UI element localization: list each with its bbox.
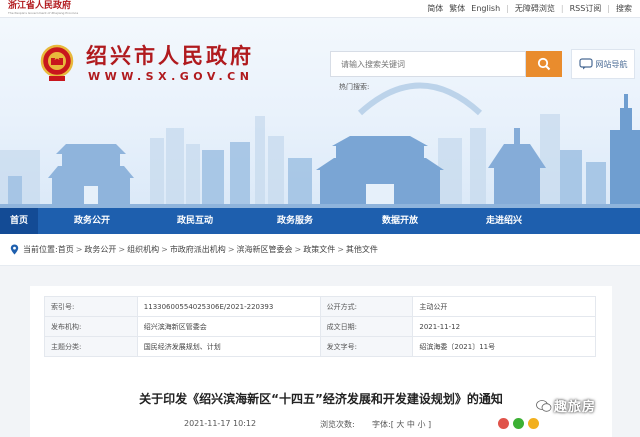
divider: | (560, 4, 564, 13)
location-pin-icon (10, 244, 19, 255)
divider: | (506, 4, 509, 13)
watermark-text: 趣旅房 (554, 400, 597, 415)
search-button[interactable] (526, 51, 562, 77)
breadcrumb-label: 当前位置: (23, 245, 58, 254)
breadcrumb-item[interactable]: 政务公开 (84, 244, 116, 255)
meta-value: 主动公开 (412, 296, 596, 317)
provincial-portal-subtitle: The People's Government of Zhejiang Prov… (8, 11, 79, 15)
site-name[interactable]: 绍兴市人民政府 (86, 43, 254, 69)
meta-key: 成文日期: (319, 316, 414, 337)
search-box (330, 51, 526, 77)
breadcrumb-item[interactable]: 滨海新区管委会 (237, 244, 293, 255)
traditional-link[interactable]: 繁体 (449, 3, 465, 14)
site-url: WWW.SX.GOV.CN (88, 70, 254, 83)
weibo-share-icon[interactable] (498, 418, 509, 429)
provincial-portal-link[interactable]: 浙江省人民政府 (8, 1, 71, 11)
nav-public-interaction[interactable]: 政民互动 (146, 208, 244, 234)
nav-government-affairs[interactable]: 政务公开 (38, 208, 146, 234)
table-row: 发布机构: 绍兴滨海新区管委会 成文日期: 2021-11-12 (44, 316, 596, 337)
search-link[interactable]: 搜索 (616, 3, 632, 14)
qzone-share-icon[interactable] (528, 418, 539, 429)
document-title: 关于印发《绍兴滨海新区“十四五”经济发展和开发建设规划》的通知 (139, 392, 503, 406)
document-card: 索引号: 11330600554025306E/2021-220393 公开方式… (30, 286, 612, 437)
chat-icon (578, 58, 593, 70)
font-size-control[interactable]: 字体:[ 大 中 小 ] (372, 419, 431, 430)
national-emblem-icon (40, 44, 74, 81)
breadcrumb-separator: > (337, 245, 344, 254)
nav-government-services[interactable]: 政务服务 (244, 208, 346, 234)
meta-value: 绍滨海委〔2021〕11号 (412, 336, 596, 357)
divider: | (607, 4, 610, 13)
nav-open-data[interactable]: 数据开放 (346, 208, 454, 234)
breadcrumb-separator: > (227, 245, 235, 254)
share-icons (498, 418, 539, 429)
nav-home[interactable]: 首页 (0, 208, 38, 234)
site-map-button[interactable]: 网站导航 (571, 49, 635, 79)
search-icon (537, 57, 551, 71)
breadcrumb: 当前位置: 首页 > 政务公开 > 组织机构 > 市政府派出机构 > 滨海新区管… (0, 234, 640, 266)
meta-key: 索引号: (44, 296, 138, 317)
top-links: 简体 繁体 English | 无障碍浏览 | RSS订阅 | 搜索 (427, 3, 632, 14)
meta-key: 发文字号: (319, 336, 414, 357)
watermark: 趣旅房 (536, 396, 596, 415)
breadcrumb-item[interactable]: 政策文件 (303, 244, 335, 255)
document-meta-table: 索引号: 11330600554025306E/2021-220393 公开方式… (44, 296, 596, 357)
table-row: 索引号: 11330600554025306E/2021-220393 公开方式… (44, 296, 596, 317)
meta-value: 国民经济发展规划、计划 (136, 336, 321, 357)
breadcrumb-separator: > (75, 245, 83, 254)
view-count-label: 浏览次数: (320, 420, 355, 429)
meta-value: 2021-11-12 (412, 316, 596, 337)
accessibility-link[interactable]: 无障碍浏览 (515, 3, 555, 14)
english-link[interactable]: English (471, 3, 500, 14)
breadcrumb-item[interactable]: 其他文件 (346, 244, 378, 255)
document-info-bar: 2021-11-17 10:12 浏览次数: 字体:[ 大 中 小 ] (30, 417, 612, 437)
meta-key: 主题分类: (44, 336, 138, 357)
table-row: 主题分类: 国民经济发展规划、计划 发文字号: 绍滨海委〔2021〕11号 (44, 336, 596, 357)
wechat-share-icon[interactable] (513, 418, 524, 429)
meta-value: 11330600554025306E/2021-220393 (136, 296, 321, 317)
publish-date: 2021-11-17 10:12 (184, 419, 257, 428)
breadcrumb-item[interactable]: 组织机构 (127, 244, 159, 255)
main-nav: 首页 政务公开 政民互动 政务服务 数据开放 走进绍兴 (0, 208, 640, 234)
simplified-link[interactable]: 简体 (427, 3, 443, 14)
breadcrumb-item[interactable]: 首页 (58, 244, 74, 255)
breadcrumb-separator: > (118, 245, 126, 254)
site-map-label: 网站导航 (595, 59, 628, 69)
meta-key: 发布机构: (44, 316, 138, 337)
rss-link[interactable]: RSS订阅 (570, 3, 602, 14)
meta-value: 绍兴滨海新区管委会 (136, 316, 321, 337)
top-bar: 浙江省人民政府 The People's Government of Zheji… (0, 0, 640, 18)
breadcrumb-separator: > (294, 245, 302, 254)
breadcrumb-item[interactable]: 市政府派出机构 (170, 244, 226, 255)
search-input[interactable] (331, 52, 525, 77)
breadcrumb-separator: > (161, 245, 168, 254)
hot-search-label: 热门搜索: (339, 83, 370, 91)
wechat-logo-icon (536, 399, 552, 412)
nav-about-shaoxing[interactable]: 走进绍兴 (454, 208, 554, 234)
meta-key: 公开方式: (319, 296, 414, 317)
site-header: 绍兴市人民政府 WWW.SX.GOV.CN 热门搜索: 网站导航 (0, 18, 640, 208)
